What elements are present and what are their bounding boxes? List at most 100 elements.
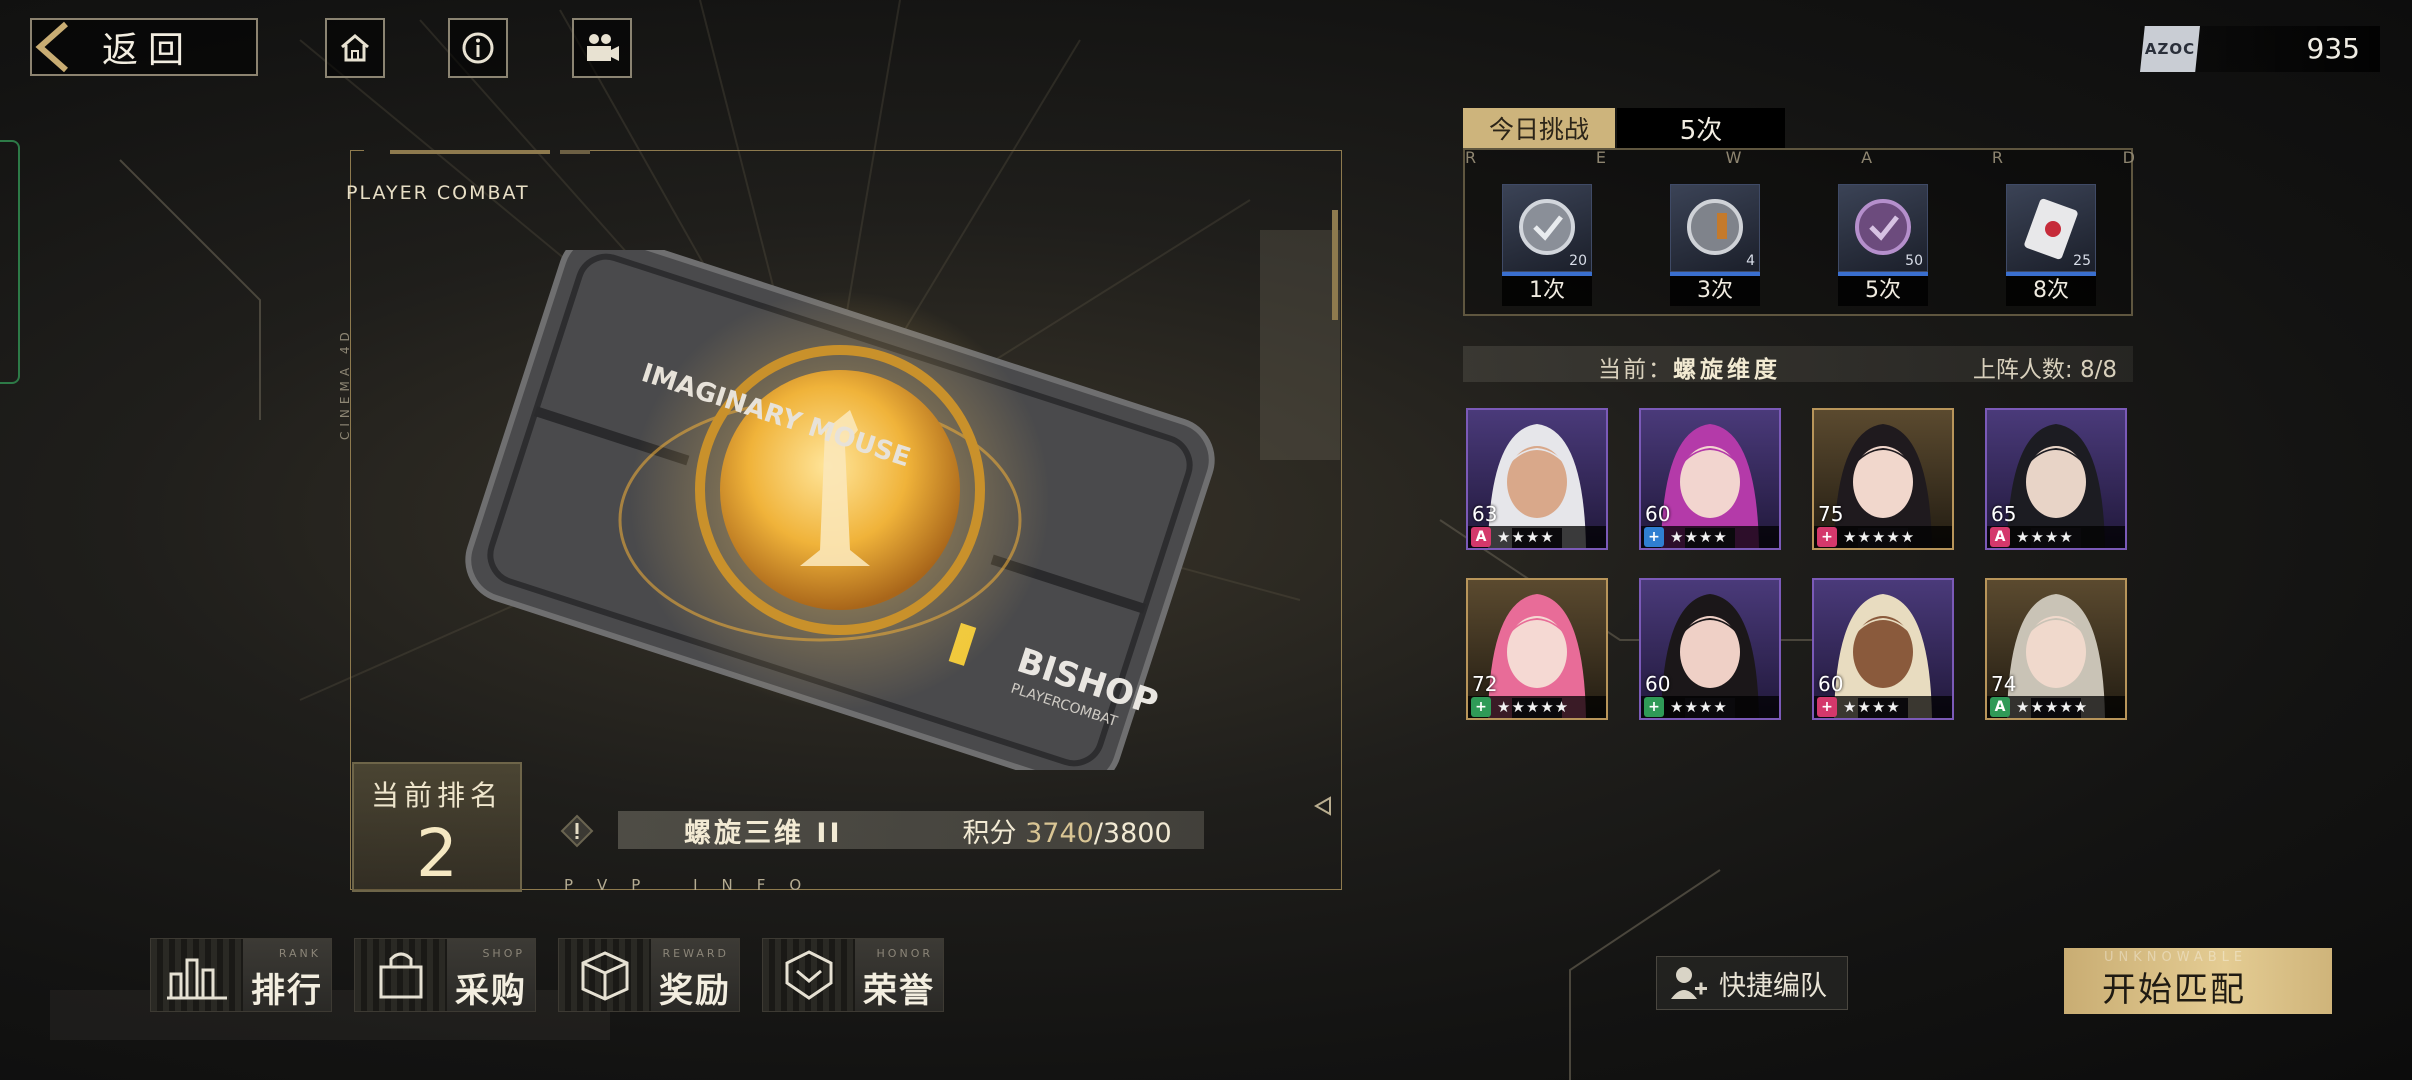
reward-times: 8次 [2006, 276, 2096, 306]
season-name: 螺旋三维 II [684, 817, 843, 849]
reward-letters: R E W A R D [1465, 148, 2135, 167]
rank-en: RANK [278, 947, 321, 960]
lineup-current-value: 螺旋维度 [1673, 357, 1781, 383]
character-level: 60 [1645, 502, 1671, 526]
add-member-icon [1671, 967, 1707, 999]
rank-title: 当前排名 [370, 779, 503, 812]
warning-icon[interactable] [560, 814, 594, 848]
reward-box: R E W A R D 20 1次 4 3次 50 5次 25 8次 [1463, 148, 2135, 316]
star-rating: ★★★★★ [1497, 698, 1570, 716]
info-icon [462, 32, 494, 64]
character-slot[interactable]: 63 A ★★★★ [1466, 408, 1608, 550]
reward-qty: 25 [2073, 253, 2091, 269]
shopping-bag-icon [379, 952, 423, 999]
star-rating: ★★★★ [1497, 528, 1555, 546]
reward-item[interactable]: 4 3次 [1670, 184, 1760, 306]
lineup-count: 上阵人数: 8/8 [1973, 350, 2117, 384]
reward-cn: 奖励 [659, 971, 731, 1011]
class-icon: + [1644, 697, 1664, 717]
character-slot[interactable]: 72 + ★★★★★ [1466, 578, 1608, 720]
reward-times: 5次 [1838, 276, 1928, 306]
star-rating: ★★★★ [1670, 698, 1728, 716]
letter: R [1991, 148, 2003, 167]
quick-team-label: 快捷编队 [1719, 970, 1827, 1002]
class-icon: + [1817, 527, 1837, 547]
shop-button[interactable]: SHOP 采购 [354, 938, 536, 1012]
currency-value: 935 [2306, 32, 2360, 65]
start-label: 开始匹配 [2102, 970, 2246, 1010]
replay-button[interactable] [572, 18, 632, 78]
reward-item[interactable]: 20 1次 [1502, 184, 1592, 306]
chevron-left-icon [35, 21, 68, 73]
character-slot[interactable]: 74 A ★★★★★ [1985, 578, 2127, 720]
side-handle[interactable] [0, 140, 20, 384]
frame-title: PLAYER COMBAT [346, 182, 530, 204]
lineup-count-label: 上阵人数: [1972, 357, 2073, 383]
home-icon [341, 34, 369, 62]
info-button[interactable] [448, 18, 508, 78]
current-rank-box: 当前排名 2 [352, 762, 522, 892]
class-icon: + [1644, 527, 1664, 547]
side-label: CINEMA 4D [338, 327, 352, 440]
reward-qty: 20 [1569, 253, 1587, 269]
back-button[interactable]: 返回 [30, 18, 258, 76]
character-slot[interactable]: 60 + ★★★★ [1812, 578, 1954, 720]
reward-item[interactable]: 50 5次 [1838, 184, 1928, 306]
badge-chevron-icon [785, 950, 833, 1000]
score-total: /3800 [1093, 817, 1172, 849]
lineup-bar: 当前：螺旋维度 上阵人数: 8/8 [1463, 346, 2133, 384]
class-icon: + [1471, 697, 1491, 717]
start-match-button[interactable]: UNKNOWABLE 开始匹配 [2064, 948, 2332, 1014]
lineup-count-value: 8/8 [2079, 357, 2117, 383]
pvp-info-label: PVP INFO [564, 876, 826, 894]
character-level: 75 [1818, 502, 1844, 526]
reward-times: 3次 [1670, 276, 1760, 306]
class-icon: A [1990, 697, 2010, 717]
cube-icon [581, 951, 629, 1001]
reward-times: 1次 [1502, 276, 1592, 306]
character-slot[interactable]: 65 A ★★★★ [1985, 408, 2127, 550]
class-icon: A [1471, 527, 1491, 547]
letter: D [2122, 148, 2135, 167]
today-challenge-count: 5次 [1617, 108, 1785, 148]
reward-button[interactable]: REWARD 奖励 [558, 938, 740, 1012]
reward-qty: 4 [1746, 253, 1755, 269]
reward-en: REWARD [662, 947, 729, 960]
currency-icon: AZOC [2140, 26, 2200, 72]
shop-cn: 采购 [455, 971, 527, 1011]
star-rating: ★★★★★ [1843, 528, 1916, 546]
quick-team-button[interactable]: 快捷编队 [1656, 956, 1848, 1010]
character-slot[interactable]: 60 + ★★★★ [1639, 578, 1781, 720]
character-level: 65 [1991, 502, 2017, 526]
season-info-bar: 螺旋三维 II 积分 3740/3800 [618, 811, 1204, 849]
star-rating: ★★★★ [1670, 528, 1728, 546]
lineup-current-label: 当前： [1598, 357, 1673, 383]
character-level: 63 [1472, 502, 1498, 526]
character-level: 72 [1472, 672, 1498, 696]
reward-item[interactable]: 25 8次 [2006, 184, 2096, 306]
back-label: 返回 [102, 30, 195, 71]
class-icon: A [1990, 527, 2010, 547]
star-rating: ★★★★★ [2016, 698, 2089, 716]
star-rating: ★★★★ [2016, 528, 2074, 546]
rank-button[interactable]: RANK 排行 [150, 938, 332, 1012]
character-level: 60 [1645, 672, 1671, 696]
character-level: 74 [1991, 672, 2017, 696]
today-challenge-tab[interactable]: 今日挑战 [1463, 108, 1615, 148]
score-current: 3740 [1025, 817, 1094, 849]
home-button[interactable] [325, 18, 385, 78]
reward-qty: 50 [1905, 253, 1923, 269]
character-level: 60 [1818, 672, 1844, 696]
letter: R [1465, 148, 1477, 167]
bar-chart-icon [167, 958, 227, 1000]
video-camera-icon [587, 34, 619, 61]
letter: W [1725, 148, 1742, 167]
season-score: 积分 3740/3800 [963, 811, 1172, 850]
lineup-current: 当前：螺旋维度 [1598, 350, 1781, 384]
rank-card-image: IMAGINARY MOUSE BISHOP PLAYERCOMBAT [465, 250, 1215, 770]
character-slot[interactable]: 75 + ★★★★★ [1812, 408, 1954, 550]
honor-en: HONOR [876, 947, 933, 960]
character-slot[interactable]: 60 + ★★★★ [1639, 408, 1781, 550]
letter: E [1595, 148, 1606, 167]
honor-button[interactable]: HONOR 荣誉 [762, 938, 944, 1012]
